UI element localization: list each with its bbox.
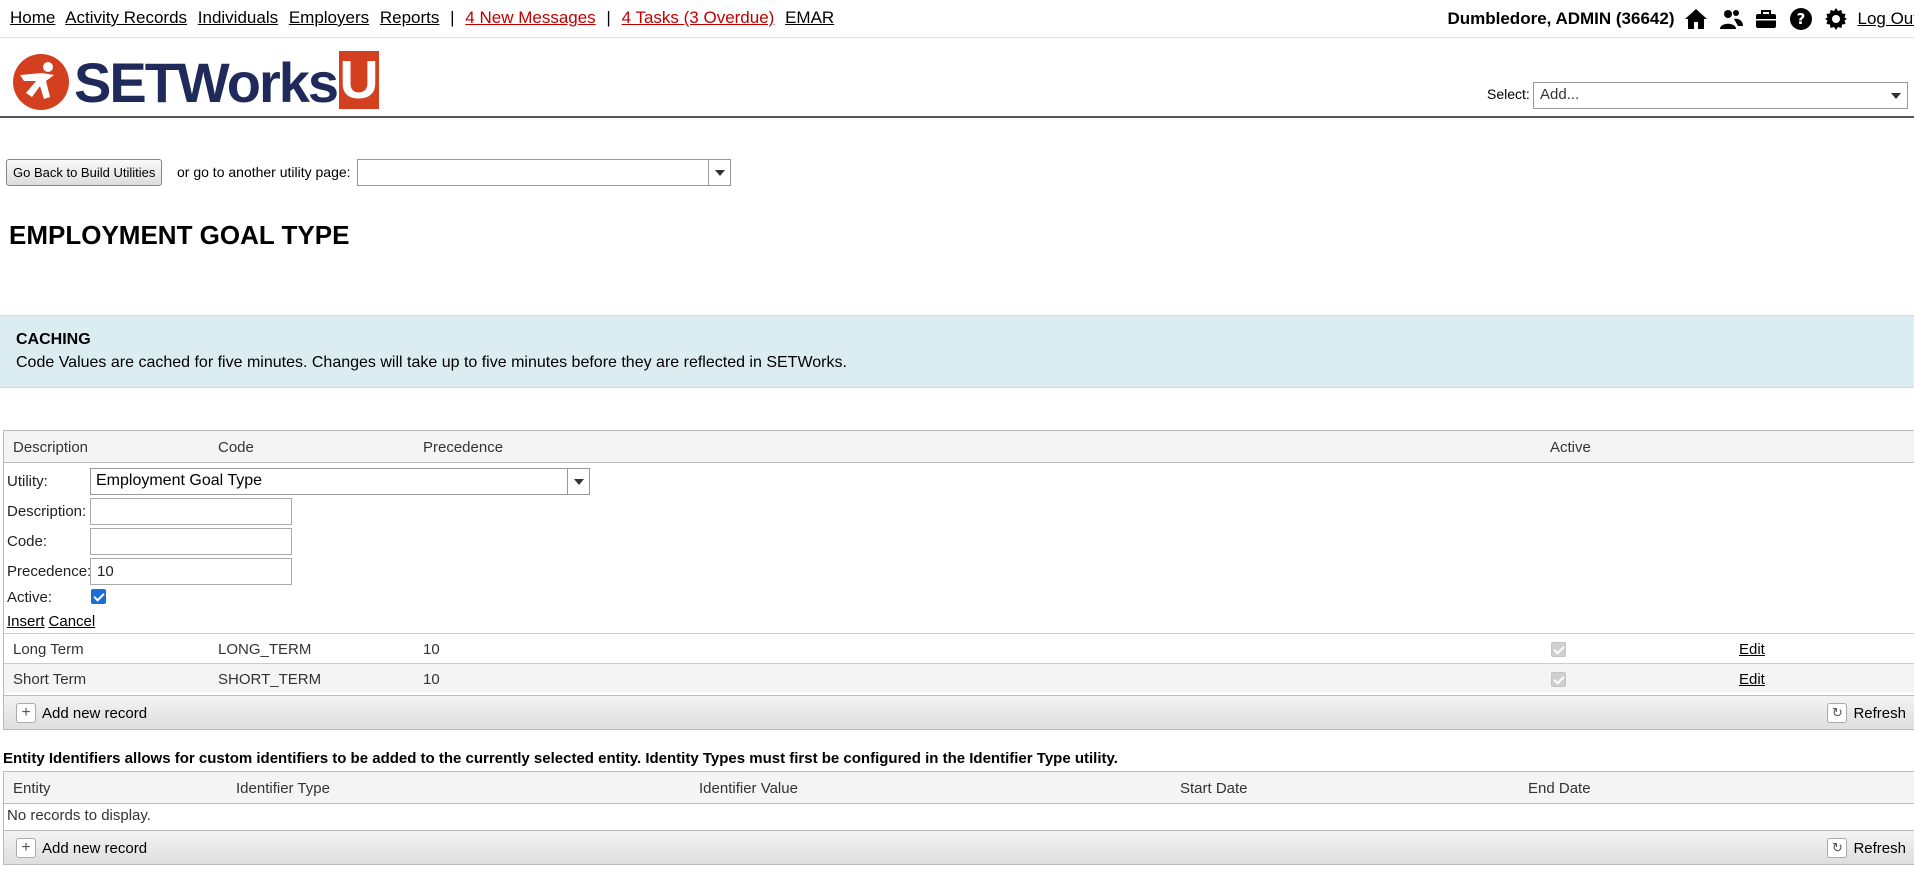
refresh-button[interactable]: ↻ Refresh xyxy=(1827,838,1906,858)
home-icon[interactable] xyxy=(1683,6,1709,32)
code-input[interactable] xyxy=(90,528,292,555)
form-actions: Insert Cancel xyxy=(7,613,99,630)
refresh-label: Refresh xyxy=(1853,839,1906,857)
plus-icon: + xyxy=(16,838,36,858)
goto-label: or go to another utility page: xyxy=(177,164,351,180)
entity-identifiers-grid: Entity Identifier Type Identifier Value … xyxy=(3,771,1914,865)
logo-text: SETWorks xyxy=(74,50,339,114)
page-title: EMPLOYMENT GOAL TYPE xyxy=(9,220,350,250)
utility-page-select[interactable] xyxy=(357,159,731,186)
grid-header: Description Code Precedence Active xyxy=(4,431,1914,463)
row-precedence: 10 xyxy=(423,641,440,658)
app-header: SETWorks U Select: Add... xyxy=(0,38,1914,118)
user-name: Dumbledore, ADMIN (36642) xyxy=(1447,9,1675,28)
utility-select-value: Employment Goal Type xyxy=(96,472,263,489)
row-precedence: 10 xyxy=(423,671,440,688)
precedence-input[interactable] xyxy=(90,558,292,585)
people-icon[interactable] xyxy=(1718,6,1744,32)
row-description: Long Term xyxy=(13,641,84,658)
caching-title: CACHING xyxy=(16,331,91,348)
top-nav-bar: Home Activity Records Individuals Employ… xyxy=(0,0,1914,38)
column-header-entity[interactable]: Entity xyxy=(13,780,51,797)
add-select-value: Add... xyxy=(1540,86,1580,103)
column-header-precedence[interactable]: Precedence xyxy=(423,439,503,456)
row-active-checkbox xyxy=(1551,672,1566,687)
nav-activity-records-link[interactable]: Activity Records xyxy=(65,8,187,27)
logo-figure-icon xyxy=(13,54,69,110)
column-header-identifier-type[interactable]: Identifier Type xyxy=(236,780,330,797)
add-new-record-label: Add new record xyxy=(42,839,148,857)
nav-separator: | xyxy=(450,8,455,27)
help-icon[interactable]: ? xyxy=(1788,6,1814,32)
edit-link[interactable]: Edit xyxy=(1739,641,1765,658)
column-header-end-date[interactable]: End Date xyxy=(1528,780,1591,797)
column-header-active[interactable]: Active xyxy=(1550,439,1591,456)
caching-text: Code Values are cached for five minutes.… xyxy=(16,354,847,371)
settings-icon[interactable] xyxy=(1823,6,1849,32)
grid-footer: + Add new record ↻ Refresh xyxy=(4,695,1914,729)
column-header-start-date[interactable]: Start Date xyxy=(1180,780,1248,797)
logo-u: U xyxy=(339,50,380,110)
chevron-down-icon[interactable] xyxy=(708,160,730,185)
select-label: Select: xyxy=(1487,86,1530,102)
description-label: Description: xyxy=(7,503,87,520)
emar-link[interactable]: EMAR xyxy=(785,8,834,27)
grid-footer: + Add new record ↻ Refresh xyxy=(4,830,1914,864)
add-select-dropdown[interactable]: Add... xyxy=(1533,82,1908,109)
logout-link[interactable]: Log Out xyxy=(1858,9,1914,29)
utility-label: Utility: xyxy=(7,473,48,490)
insert-link[interactable]: Insert xyxy=(7,613,45,630)
row-code: SHORT_TERM xyxy=(218,671,322,688)
no-records-text: No records to display. xyxy=(7,807,151,824)
row-code: LONG_TERM xyxy=(218,641,312,658)
refresh-icon: ↻ xyxy=(1827,703,1848,723)
grid-header: Entity Identifier Type Identifier Value … xyxy=(4,772,1914,804)
new-messages-link[interactable]: 4 New Messages xyxy=(465,8,595,27)
column-header-code[interactable]: Code xyxy=(218,439,254,456)
nav-reports-link[interactable]: Reports xyxy=(380,8,440,27)
add-new-record-button[interactable]: + Add new record xyxy=(16,703,147,723)
chevron-down-icon[interactable] xyxy=(567,469,589,494)
add-new-record-button[interactable]: + Add new record xyxy=(16,838,147,858)
nav-separator: | xyxy=(606,8,611,27)
caching-notice: CACHING Code Values are cached for five … xyxy=(0,315,1914,388)
active-label: Active: xyxy=(7,589,53,606)
table-row: Short Term SHORT_TERM 10 Edit xyxy=(4,663,1914,693)
active-checkbox[interactable] xyxy=(91,589,106,604)
code-label: Code: xyxy=(7,533,48,550)
nav-home-link[interactable]: Home xyxy=(10,8,55,27)
add-new-record-label: Add new record xyxy=(42,704,148,722)
description-input[interactable] xyxy=(90,498,292,525)
column-header-description[interactable]: Description xyxy=(13,439,88,456)
tasks-link[interactable]: 4 Tasks (3 Overdue) xyxy=(622,8,775,27)
row-active-checkbox xyxy=(1551,642,1566,657)
refresh-icon: ↻ xyxy=(1827,838,1848,858)
utility-select[interactable]: Employment Goal Type xyxy=(90,468,590,495)
table-row: Long Term LONG_TERM 10 Edit xyxy=(4,633,1914,663)
entity-identifiers-note: Entity Identifiers allows for custom ide… xyxy=(3,750,1118,767)
briefcase-icon[interactable] xyxy=(1753,6,1779,32)
user-box: Dumbledore, ADMIN (36642) ? Log Out xyxy=(1447,6,1914,32)
refresh-label: Refresh xyxy=(1853,704,1906,722)
main-nav: Home Activity Records Individuals Employ… xyxy=(10,8,840,28)
setworks-logo: SETWorks U xyxy=(12,50,380,114)
chevron-down-icon xyxy=(1891,93,1901,99)
edit-link[interactable]: Edit xyxy=(1739,671,1765,688)
nav-individuals-link[interactable]: Individuals xyxy=(198,8,278,27)
code-values-grid: Description Code Precedence Active Utili… xyxy=(3,430,1914,730)
plus-icon: + xyxy=(16,703,36,723)
row-description: Short Term xyxy=(13,671,87,688)
svg-text:?: ? xyxy=(1796,10,1805,28)
go-back-button[interactable]: Go Back to Build Utilities xyxy=(6,159,163,186)
nav-employers-link[interactable]: Employers xyxy=(289,8,369,27)
refresh-button[interactable]: ↻ Refresh xyxy=(1827,703,1906,723)
column-header-identifier-value[interactable]: Identifier Value xyxy=(699,780,798,797)
precedence-label: Precedence: xyxy=(7,563,92,580)
cancel-link[interactable]: Cancel xyxy=(49,613,96,630)
